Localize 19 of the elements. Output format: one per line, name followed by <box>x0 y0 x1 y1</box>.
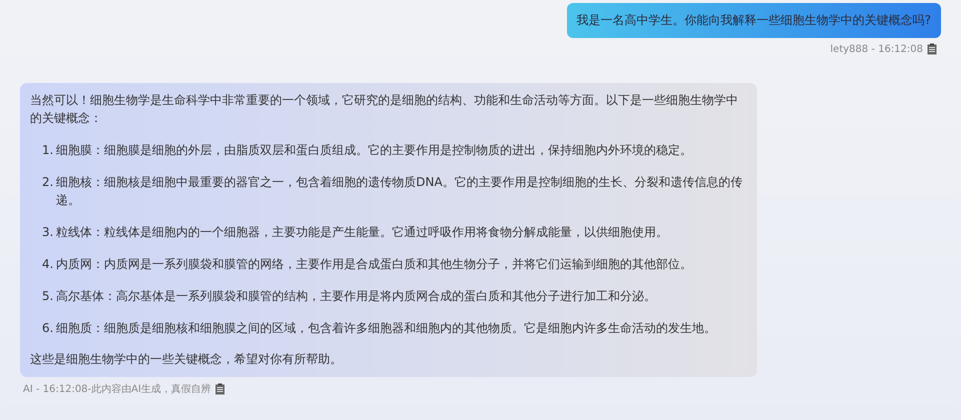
list-item-text: 细胞核：细胞核是细胞中最重要的器官之一，包含着细胞的遗传物质DNA。它的主要作用是控制细胞的生长、分裂和遗传信息的传递。 <box>56 174 744 209</box>
list-number: 1. <box>42 142 54 159</box>
user-message: 我是一名高中学生。你能向我解释一些细胞生物学中的关键概念吗? <box>566 3 941 38</box>
message-paragraph: 当然可以！细胞生物学是生命科学中非常重要的一个领域，它研究的是细胞的结构、功能和生命活动等方面。以下是一些细胞生物学中的关键概念： <box>30 92 739 127</box>
list-number: 6. <box>42 320 54 337</box>
list-item-text: 内质网：内质网是一系列膜袋和膜管的网络，主要作用是合成蛋白质和其他生物分子，并将它们运输到细胞的其他部位。 <box>56 256 692 273</box>
list-number: 5. <box>42 288 54 305</box>
clipboard-icon[interactable] <box>927 43 937 55</box>
list-item-text: 粒线体：粒线体是细胞内的一个细胞器，主要功能是产生能量。它通过呼吸作用将食物分解成能量，以供细胞使用。 <box>56 224 668 241</box>
clipboard-icon[interactable] <box>215 383 226 395</box>
list-number: 3. <box>42 224 54 241</box>
list-number: 2. <box>42 174 54 191</box>
message-meta: lety888 - 16:12:08 <box>830 44 923 54</box>
list-item-text: 细胞膜：细胞膜是细胞的外层，由脂质双层和蛋白质组成。它的主要作用是控制物质的进出，保持细胞内外环境的稳定。 <box>56 142 692 159</box>
list-item-text: 高尔基体：高尔基体是一系列膜袋和膜管的结构，主要作用是将内质网合成的蛋白质和其他分子进行加工和分泌。 <box>56 288 656 305</box>
message-paragraph: 这些是细胞生物学中的一些关键概念，希望对你有所帮助。 <box>30 351 343 368</box>
list-item-text: 细胞质：细胞质是细胞核和细胞膜之间的区域，包含着许多细胞器和细胞内的其他物质。它是细胞内许多生命活动的发生地。 <box>56 320 716 337</box>
message-meta: AI - 16:12:08-此内容由AI生成，真假自辨 <box>23 382 212 396</box>
list-number: 4. <box>42 256 54 273</box>
